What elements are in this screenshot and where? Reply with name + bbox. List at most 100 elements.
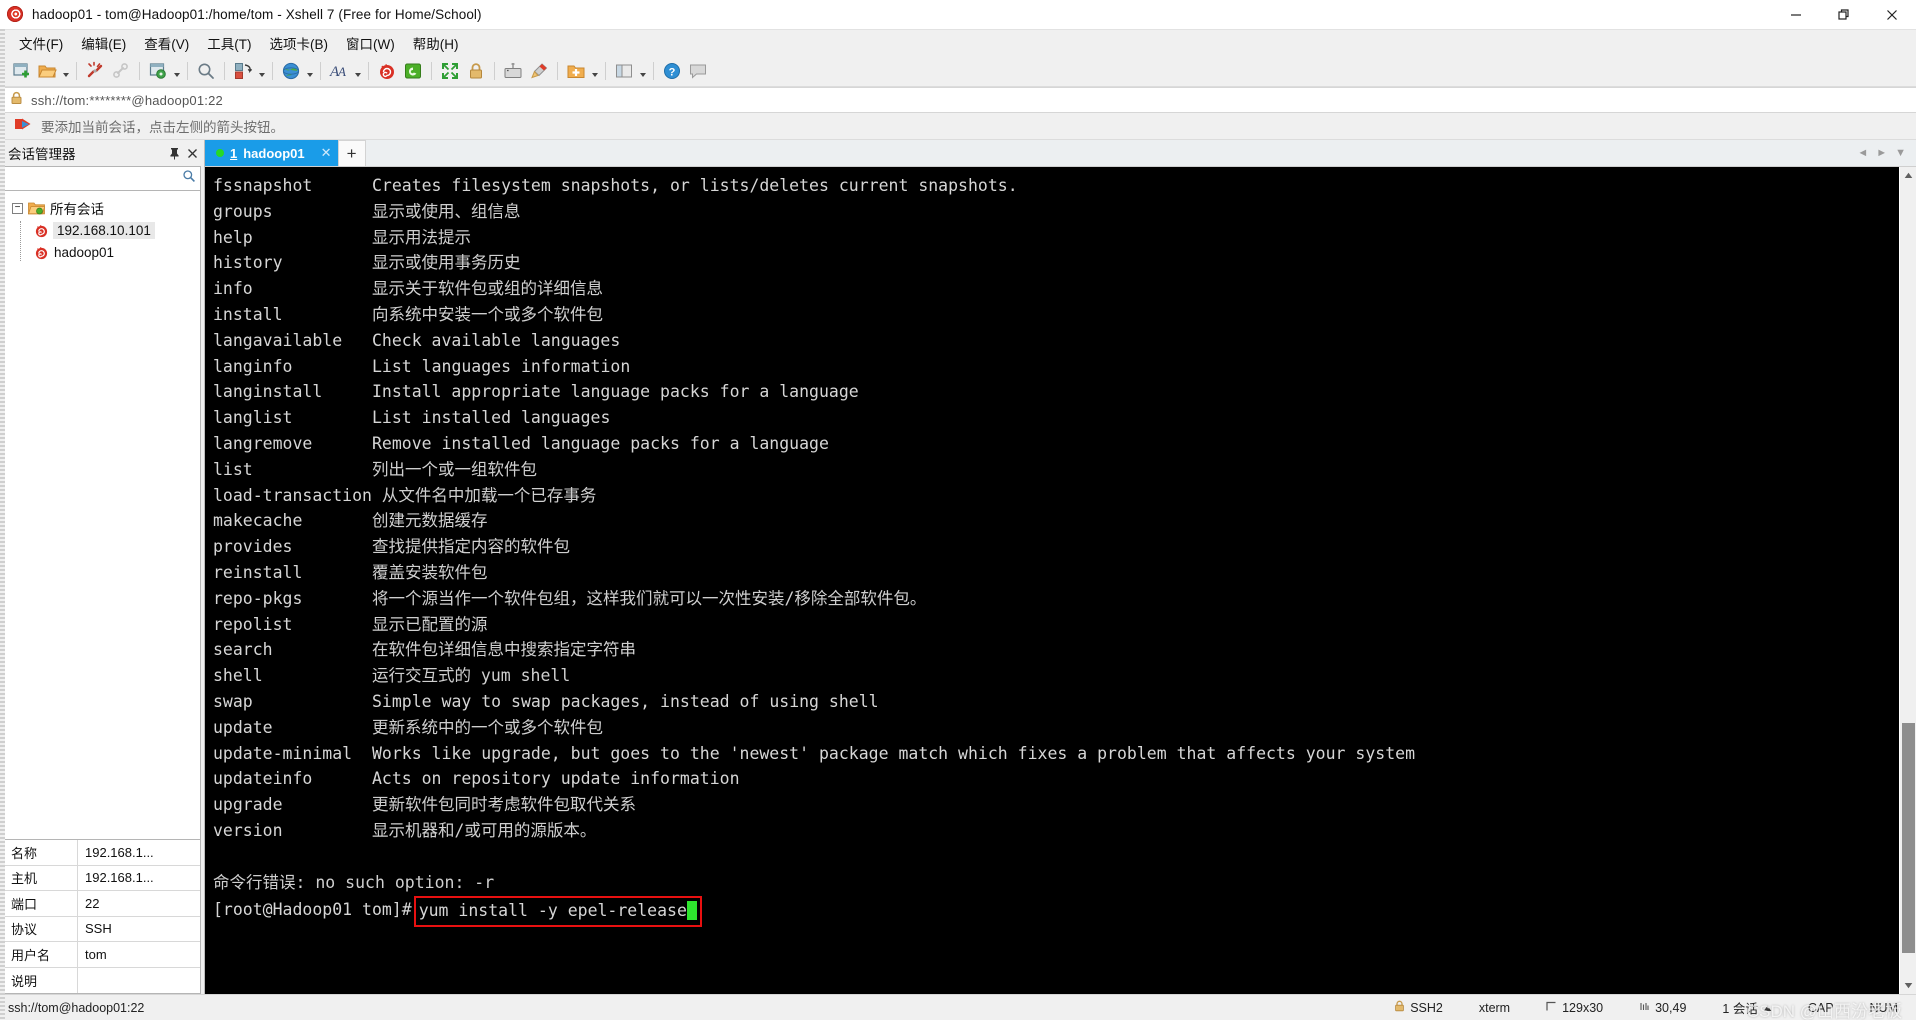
terminal-description: 更新系统中的一个或多个软件包 xyxy=(371,717,603,737)
scroll-down-icon[interactable] xyxy=(1899,977,1916,994)
new-tab-button[interactable]: + xyxy=(337,140,366,166)
session-item-1[interactable]: hadoop01 xyxy=(4,241,200,263)
status-sessions-label: 1 会话 xyxy=(1722,1002,1758,1016)
add-folder-dropdown-icon[interactable] xyxy=(589,58,600,84)
properties-icon[interactable] xyxy=(145,58,171,84)
close-button[interactable] xyxy=(1868,0,1916,29)
tab-number: 1 xyxy=(230,145,238,161)
terminal-description: 向系统中安装一个或多个软件包 xyxy=(371,304,603,324)
menu-tools[interactable]: 工具(T) xyxy=(198,30,260,56)
session-item-0[interactable]: 192.168.10.101 xyxy=(4,219,200,241)
menu-file[interactable]: 文件(F) xyxy=(10,30,72,56)
address-bar[interactable]: ssh://tom:********@hadoop01:22 xyxy=(0,87,1916,113)
property-row: 说明 xyxy=(4,967,200,993)
terminal-description: 显示用法提示 xyxy=(371,227,471,247)
terminal-description: 将一个源当作一个软件包组，这样我们就可以一次性安装/移除全部软件包。 xyxy=(371,588,927,608)
layout-dropdown-icon[interactable] xyxy=(637,58,648,84)
terminal-line: reinstall 覆盖安装软件包 xyxy=(213,560,1899,586)
highlighter-icon[interactable] xyxy=(526,58,552,84)
tab-nav-menu-icon[interactable]: ▼ xyxy=(1895,147,1906,159)
tab-label: hadoop01 xyxy=(243,145,305,161)
menu-view[interactable]: 查看(V) xyxy=(135,30,198,56)
terminal-line: langlist List installed languages xyxy=(213,405,1899,431)
terminal-scrollbar[interactable] xyxy=(1899,167,1916,994)
terminal-panel: 1 hadoop01 ✕ + ◄ ► ▼ fssnapshot Creates … xyxy=(205,140,1916,994)
expander-icon[interactable]: − xyxy=(12,202,23,214)
green-app-icon[interactable] xyxy=(400,58,426,84)
tab-nav-prev-icon[interactable]: ◄ xyxy=(1857,147,1868,159)
terminal-command: history xyxy=(213,253,283,273)
menu-tabs[interactable]: 选项卡(B) xyxy=(261,30,338,56)
keyboard-icon[interactable] xyxy=(500,58,526,84)
status-terminal-type: xterm xyxy=(1478,1000,1511,1015)
window-controls xyxy=(1772,0,1916,29)
status-cursor-label: 30,49 xyxy=(1655,1000,1687,1015)
chat-icon[interactable] xyxy=(685,58,711,84)
property-row: 用户名 tom xyxy=(4,942,200,968)
open-folder-dropdown-icon[interactable] xyxy=(60,58,71,84)
lock-icon[interactable] xyxy=(463,58,489,84)
minimize-button[interactable] xyxy=(1772,0,1820,29)
restore-button[interactable] xyxy=(1820,0,1868,29)
new-session-icon[interactable] xyxy=(8,58,34,84)
toolbar-separator xyxy=(605,62,606,80)
add-folder-icon[interactable] xyxy=(563,58,589,84)
disconnect-icon[interactable] xyxy=(82,58,108,84)
help-icon[interactable]: ? xyxy=(659,58,685,84)
terminal-description: Check available languages xyxy=(371,330,621,350)
status-sessions[interactable]: 1 会话 xyxy=(1704,998,1789,1017)
scrollbar-thumb[interactable] xyxy=(1901,723,1915,954)
terminal-description: 列出一个或一组软件包 xyxy=(371,459,537,479)
close-icon[interactable] xyxy=(184,144,200,162)
sessions-caret-icon[interactable] xyxy=(1763,1001,1772,1015)
menu-edit[interactable]: 编辑(E) xyxy=(72,30,135,56)
session-tree[interactable]: − 所有会话 192.168.10.101 hadoop01 xyxy=(3,191,201,840)
property-value: SSH xyxy=(85,921,112,937)
menu-help[interactable]: 帮助(H) xyxy=(404,30,468,56)
globe-dropdown-icon[interactable] xyxy=(304,58,315,84)
svg-text:A: A xyxy=(337,64,346,79)
terminal-output[interactable]: fssnapshot Creates filesystem snapshots,… xyxy=(205,167,1899,994)
svg-text:?: ? xyxy=(669,67,676,79)
globe-icon[interactable] xyxy=(278,58,304,84)
terminal-description: 显示机器和/或可用的源版本。 xyxy=(371,820,597,840)
tree-root-all-sessions[interactable]: − 所有会话 xyxy=(4,197,200,219)
search-icon[interactable] xyxy=(193,58,219,84)
terminal-line: update-minimal Works like upgrade, but g… xyxy=(213,741,1899,767)
font-icon[interactable]: A A xyxy=(326,58,352,84)
search-icon[interactable] xyxy=(182,169,196,188)
session-search-box[interactable] xyxy=(3,166,201,191)
scrollbar-track[interactable] xyxy=(1899,184,1916,977)
menu-window[interactable]: 窗口(W) xyxy=(337,30,404,56)
terminal-line: history 显示或使用事务历史 xyxy=(213,250,1899,276)
transfer-icon[interactable] xyxy=(230,58,256,84)
status-cursor: 30,49 xyxy=(1621,1001,1704,1015)
toolbar-separator xyxy=(557,62,558,80)
terminal-command: install xyxy=(213,304,283,324)
tab-close-icon[interactable]: ✕ xyxy=(321,145,332,161)
scroll-up-icon[interactable] xyxy=(1899,167,1916,184)
toolbar: A A ? xyxy=(0,56,1916,87)
properties-dropdown-icon[interactable] xyxy=(171,58,182,84)
transfer-dropdown-icon[interactable] xyxy=(256,58,267,84)
property-row: 端口 22 xyxy=(4,891,200,917)
main-body: 会话管理器 − 所有会话 192.168.10.101 hadoop01 名称 … xyxy=(0,140,1916,994)
terminal-description: 创建元数据缓存 xyxy=(371,511,488,531)
pin-icon[interactable] xyxy=(166,144,182,162)
session-search-input[interactable] xyxy=(8,170,182,187)
terminal-command: makecache xyxy=(213,511,303,531)
tab-nav-next-icon[interactable]: ► xyxy=(1876,147,1887,159)
open-folder-icon[interactable] xyxy=(34,58,60,84)
highlighted-command-box: yum install -y epel-release xyxy=(413,896,702,928)
tab-hadoop01[interactable]: 1 hadoop01 ✕ xyxy=(205,140,338,166)
snail-red-icon[interactable] xyxy=(374,58,400,84)
layout-icon[interactable] xyxy=(611,58,637,84)
terminal-command: update-minimal xyxy=(213,743,353,763)
terminal-command: groups xyxy=(213,201,273,221)
font-dropdown-icon[interactable] xyxy=(352,58,363,84)
tab-bar-spacer xyxy=(365,140,1858,166)
terminal-description: 显示已配置的源 xyxy=(371,614,488,634)
terminal-description: 显示或使用事务历史 xyxy=(371,253,521,273)
fullscreen-icon[interactable] xyxy=(437,58,463,84)
toolbar-separator xyxy=(368,62,369,80)
